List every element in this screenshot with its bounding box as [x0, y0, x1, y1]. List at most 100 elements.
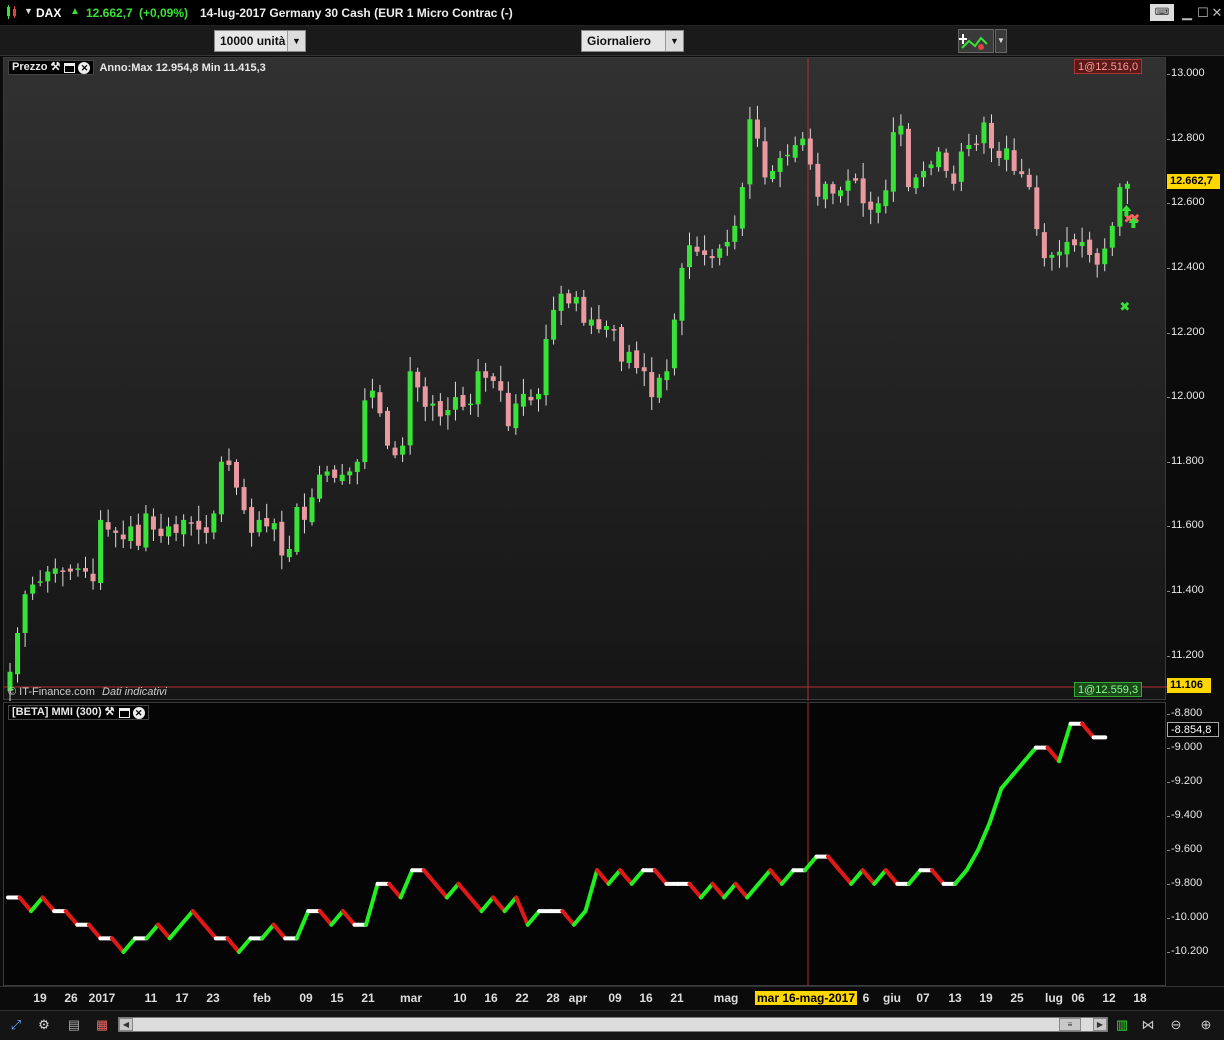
scroll-thumb[interactable]: ≡ — [1059, 1018, 1081, 1031]
candle — [422, 377, 428, 422]
x-tick-label: 09 — [608, 991, 622, 1005]
candle-body — [422, 386, 428, 407]
candle — [958, 143, 964, 192]
candle — [60, 567, 66, 587]
candle-body — [15, 633, 21, 675]
mmi-chart[interactable] — [4, 703, 1167, 987]
candle — [1056, 240, 1062, 268]
candle-body — [792, 145, 798, 158]
drawing-tools-icon[interactable]: ▦ — [92, 1016, 112, 1034]
window-icon[interactable] — [64, 62, 76, 73]
candle — [687, 232, 692, 279]
candle-body — [294, 506, 300, 552]
mmi-segment — [1057, 721, 1073, 764]
x-tick-label: 17 — [175, 991, 189, 1005]
x-tick-label: 15 — [330, 991, 344, 1005]
candle — [785, 144, 791, 166]
quantity-dropdown[interactable]: 10000 unità ▼ — [214, 30, 306, 52]
close-icon[interactable]: ✕ — [78, 61, 91, 74]
candle — [173, 515, 179, 542]
candle-body — [581, 296, 587, 323]
mmi-segment — [629, 868, 646, 886]
symbol-dropdown-icon[interactable]: ▼ — [24, 6, 33, 16]
candle-body — [1041, 232, 1047, 259]
candle — [128, 515, 134, 549]
mmi-segment — [1045, 745, 1062, 764]
keyboard-icon[interactable]: ⌨ — [1150, 4, 1174, 21]
x-tick-label: 2017 — [88, 991, 116, 1005]
candle-body — [324, 471, 330, 476]
expand-icon[interactable]: ⤢ — [6, 1016, 26, 1034]
scroll-left-icon[interactable]: ◀ — [119, 1018, 133, 1031]
candle-body — [22, 594, 28, 633]
mmi-segment — [525, 909, 542, 927]
candle — [520, 378, 526, 416]
date-x-axis[interactable]: 19 26 2017 11 17 23 feb 09 15 21 mar 10 16 22 28 apr 09 1… — [0, 986, 1224, 1010]
candle-body — [1072, 239, 1078, 246]
candle — [218, 456, 224, 523]
chart-type-dropdown-icon[interactable]: ▼ — [995, 29, 1007, 53]
chevron-down-icon[interactable]: ▼ — [665, 31, 683, 51]
x-tick-label: 12 — [1102, 991, 1116, 1005]
chart-settings-icon[interactable]: ▥ — [1112, 1016, 1132, 1034]
candle-body — [830, 184, 836, 194]
mmi-segment — [433, 881, 449, 900]
horizontal-scrollbar[interactable]: ◀ ≡ ▶ — [118, 1017, 1108, 1032]
scroll-right-icon[interactable]: ▶ — [1093, 1018, 1107, 1031]
mmi-segment — [421, 868, 438, 886]
chevron-down-icon[interactable]: ▼ — [287, 31, 305, 51]
candle — [1109, 222, 1115, 257]
price-chart-panel[interactable]: ✖✖✖ Prezzo ⚒ ✕ Anno:Max 12.954,8 Min 11.… — [3, 57, 1167, 701]
candle-body — [301, 506, 307, 520]
last-price: 12.662,7 — [86, 6, 133, 20]
candle-body — [679, 267, 685, 321]
candle-body — [128, 526, 134, 542]
chart-type-button[interactable] — [958, 29, 994, 53]
mmi-segment — [144, 922, 161, 941]
candle — [868, 191, 874, 225]
candle-body — [347, 471, 353, 476]
symbol-label[interactable]: DAX — [36, 6, 61, 20]
candle — [671, 313, 677, 376]
mmi-indicator-panel[interactable]: [BETA] MMI (300) ⚒ ✕ — [3, 702, 1167, 987]
price-y-axis[interactable]: 13.000 12.800 12.600 12.400 12.200 12.000 11.8… — [1167, 57, 1224, 700]
layout-icon[interactable]: ▤ — [64, 1016, 84, 1034]
candle-body — [490, 376, 496, 381]
mmi-y-axis[interactable]: -8.800 -9.000 -9.200 -9.400 -9.600 -9.800 -10.… — [1167, 702, 1224, 986]
y-tick-label: 12.600 — [1171, 196, 1205, 209]
candle — [921, 161, 927, 187]
wrench-icon[interactable]: ⚒ — [50, 62, 61, 73]
candle — [1117, 183, 1123, 236]
fit-icon[interactable]: ⋈ — [1138, 1016, 1158, 1034]
zoom-in-icon[interactable]: ⊕ — [1196, 1016, 1216, 1034]
mmi-segment — [745, 881, 761, 900]
mmi-panel-header: [BETA] MMI (300) ⚒ ✕ — [8, 705, 149, 720]
window-icon[interactable] — [118, 707, 130, 718]
wrench-icon[interactable]: ⚒ — [105, 707, 116, 718]
y-tick-label: 11.600 — [1171, 519, 1204, 532]
candle-body — [921, 170, 927, 178]
order-tag-bottom[interactable]: 1@12.559,3 — [1074, 682, 1143, 697]
mmi-segment — [1010, 759, 1027, 777]
close-icon[interactable]: ✕ — [132, 706, 145, 719]
candle — [309, 488, 315, 526]
x-tick-label: 09 — [299, 991, 313, 1005]
candle-body — [717, 248, 723, 258]
indicators-icon[interactable]: ⚙ — [34, 1016, 54, 1034]
timeframe-dropdown[interactable]: Giornaliero ▼ — [581, 30, 684, 52]
mmi-segment — [29, 895, 45, 914]
candle-body — [951, 173, 957, 184]
candle — [362, 388, 368, 470]
y-tick — [1167, 138, 1170, 140]
mmi-segment — [456, 881, 472, 900]
order-tag-top[interactable]: 1@12.516,0 — [1074, 59, 1143, 74]
candle-body — [989, 122, 994, 149]
zoom-out-icon[interactable]: ⊖ — [1166, 1016, 1186, 1034]
close-icon[interactable]: ✕ — [1208, 4, 1224, 21]
candle-body — [249, 507, 255, 533]
candle-body — [800, 138, 806, 146]
price-chart[interactable]: ✖✖✖ — [4, 58, 1167, 701]
candle — [777, 150, 783, 188]
candle-body — [611, 329, 617, 331]
date-instrument: 14-lug-2017 Germany 30 Cash (EUR 1 Micro… — [200, 6, 513, 20]
